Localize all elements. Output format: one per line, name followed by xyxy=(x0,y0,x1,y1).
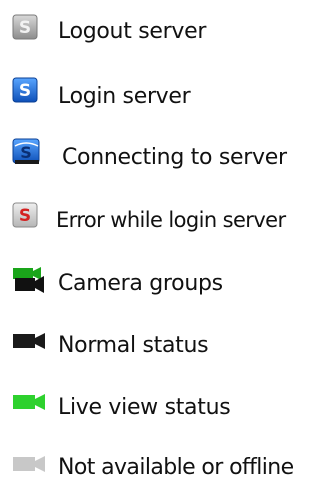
legend-label: Live view status xyxy=(58,395,231,420)
camera-groups-icon xyxy=(12,266,46,294)
legend-item-live-view: Live view status xyxy=(0,390,326,430)
legend-item-normal-status: Normal status xyxy=(0,328,326,368)
legend-label: Error while login server xyxy=(56,208,286,232)
legend-item-logout-server: S Logout server xyxy=(0,12,326,52)
svg-text:S: S xyxy=(19,18,31,38)
server-error-icon: S xyxy=(12,202,38,228)
status-legend: S Logout server S Login server S Connect… xyxy=(0,0,326,481)
server-login-icon: S xyxy=(12,77,38,103)
legend-label: Logout server xyxy=(58,19,207,44)
svg-text:S: S xyxy=(19,206,31,226)
legend-label: Not available or offline xyxy=(58,455,294,480)
camera-live-icon xyxy=(12,393,46,413)
server-logout-icon: S xyxy=(12,14,38,40)
svg-text:S: S xyxy=(19,81,31,101)
legend-item-camera-groups: Camera groups xyxy=(0,264,326,304)
legend-label: Connecting to server xyxy=(62,145,287,170)
legend-item-error-login: S Error while login server xyxy=(0,200,326,240)
svg-text:S: S xyxy=(20,143,32,162)
camera-offline-icon xyxy=(12,455,46,475)
legend-label: Login server xyxy=(58,84,191,109)
server-connecting-icon: S xyxy=(12,138,42,166)
legend-label: Normal status xyxy=(58,333,209,358)
legend-label: Camera groups xyxy=(58,271,223,296)
legend-item-offline: Not available or offline xyxy=(0,452,326,492)
legend-item-login-server: S Login server xyxy=(0,75,326,115)
camera-normal-icon xyxy=(12,332,46,352)
legend-item-connecting-server: S Connecting to server xyxy=(0,136,326,176)
